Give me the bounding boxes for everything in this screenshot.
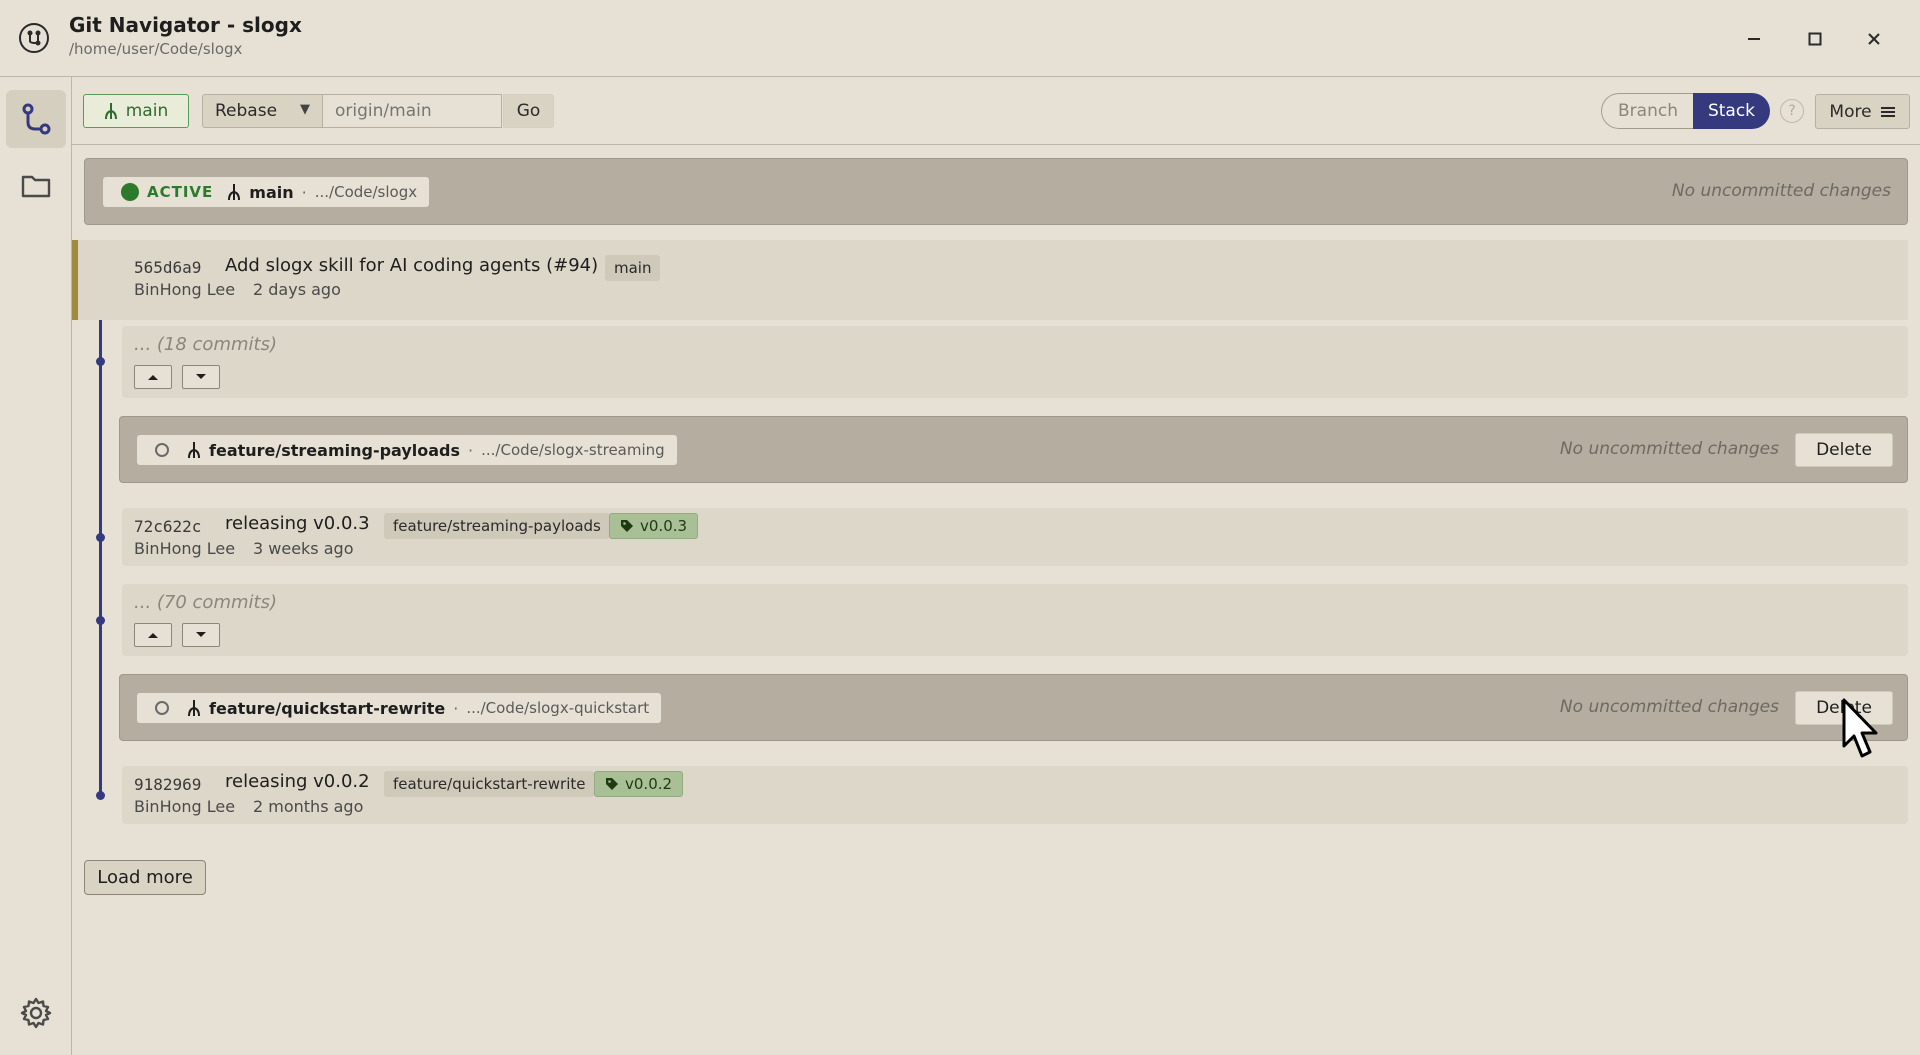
caret-down-icon: ▼ — [300, 102, 310, 117]
worktree-path: .../Code/slogx-quickstart — [466, 699, 650, 717]
worktree-card-streaming[interactable]: feature/streaming-payloads · .../Code/sl… — [119, 416, 1908, 483]
separator: · — [468, 440, 474, 460]
ref-badge[interactable]: feature/streaming-payloads — [384, 513, 610, 539]
ref-badge[interactable]: main — [605, 255, 661, 281]
commit-hash: 565d6a9 — [134, 258, 202, 277]
branch-icon — [104, 103, 117, 120]
current-branch-button[interactable]: main — [83, 94, 189, 128]
graph-node — [96, 616, 105, 625]
collapsed-label: ... (70 commits) — [134, 592, 277, 613]
worktree-card-active[interactable]: ACTIVE main · .../Code/slogx No uncommit… — [84, 158, 1908, 225]
settings-button[interactable] — [6, 984, 66, 1042]
commit-message: releasing v0.0.2 — [225, 771, 370, 792]
strategy-value: Rebase — [215, 101, 278, 121]
ref-badge[interactable]: feature/quickstart-rewrite — [384, 771, 595, 797]
git-graph-icon — [22, 103, 51, 135]
commit-message: Add slogx skill for AI coding agents (#9… — [225, 255, 599, 276]
commit-row[interactable]: 72c622c releasing v0.0.3 feature/streami… — [122, 508, 1908, 566]
commit-message: releasing v0.0.3 — [225, 513, 370, 534]
worktree-info: feature/streaming-payloads · .../Code/sl… — [137, 435, 677, 465]
separator: · — [301, 182, 307, 202]
strategy-select[interactable]: Rebase ▼ — [202, 94, 323, 128]
collapsed-label: ... (18 commits) — [134, 334, 277, 355]
hamburger-icon — [1880, 106, 1895, 117]
collapsed-commits: ... (18 commits) — [122, 326, 1908, 398]
commit-author: BinHong Lee — [134, 797, 236, 816]
tag-label: v0.0.2 — [625, 775, 673, 793]
commit-time: 2 months ago — [253, 797, 364, 816]
go-button[interactable]: Go — [503, 94, 554, 128]
maximize-icon[interactable] — [1797, 22, 1833, 56]
worktree-radio[interactable] — [155, 443, 169, 457]
active-label: ACTIVE — [147, 183, 214, 201]
title-bar: Git Navigator - slogx /home/user/Code/sl… — [0, 0, 1920, 77]
caret-down-icon — [196, 632, 206, 637]
worktree-status: No uncommitted changes — [1559, 697, 1779, 717]
sidebar — [0, 77, 72, 1055]
caret-up-icon — [148, 633, 158, 638]
mouse-cursor-icon — [1842, 698, 1878, 758]
worktree-branch: feature/streaming-payloads — [209, 440, 461, 460]
more-button[interactable]: More — [1815, 94, 1910, 129]
graph-node — [96, 533, 105, 542]
tag-icon — [606, 778, 618, 790]
branch-icon — [228, 184, 241, 201]
branch-icon — [188, 700, 200, 717]
caret-down-icon — [196, 374, 206, 379]
expand-down-button[interactable] — [182, 365, 220, 389]
branch-icon — [188, 442, 200, 459]
commit-author: BinHong Lee — [134, 539, 236, 558]
upstream-input[interactable] — [322, 94, 502, 128]
worktree-branch: feature/quickstart-rewrite — [209, 698, 446, 718]
graph-node — [96, 791, 105, 800]
worktree-status: No uncommitted changes — [1671, 181, 1891, 201]
tag-icon — [621, 520, 633, 532]
caret-up-icon — [148, 375, 158, 380]
toolbar: main Rebase ▼ Go Branch Stack ? More — [72, 77, 1920, 145]
window-path: /home/user/Code/slogx — [69, 40, 243, 58]
window-title: Git Navigator - slogx — [69, 13, 302, 37]
commit-time: 2 days ago — [253, 280, 341, 299]
worktree-info: ACTIVE main · .../Code/slogx — [103, 177, 430, 207]
worktree-card-quickstart[interactable]: feature/quickstart-rewrite · .../Code/sl… — [119, 674, 1908, 741]
git-compass-icon — [19, 23, 49, 53]
separator: · — [453, 698, 459, 718]
expand-up-button[interactable] — [134, 365, 172, 389]
gear-icon — [20, 997, 52, 1029]
load-more-button[interactable]: Load more — [84, 860, 206, 895]
commit-time: 3 weeks ago — [253, 539, 354, 558]
delete-worktree-button[interactable]: Delete — [1795, 433, 1893, 467]
more-label: More — [1829, 101, 1872, 122]
worktree-branch: main — [249, 182, 294, 202]
close-icon[interactable] — [1856, 22, 1892, 56]
expand-up-button[interactable] — [134, 623, 172, 647]
worktree-path: .../Code/slogx — [314, 183, 418, 201]
collapsed-commits: ... (70 commits) — [122, 584, 1908, 656]
commit-row-head[interactable]: 565d6a9 Add slogx skill for AI coding ag… — [72, 240, 1908, 320]
expand-down-button[interactable] — [182, 623, 220, 647]
active-status-icon — [121, 183, 139, 201]
current-branch-label: main — [125, 101, 169, 121]
sidebar-item-folder[interactable] — [6, 157, 66, 215]
view-toggle-branch[interactable]: Branch — [1601, 93, 1694, 129]
commit-hash: 72c622c — [134, 517, 202, 536]
commit-author: BinHong Lee — [134, 280, 236, 299]
graph-node — [96, 357, 105, 366]
view-toggle-stack[interactable]: Stack — [1693, 93, 1770, 129]
commit-row[interactable]: 9182969 releasing v0.0.2 feature/quickst… — [122, 766, 1908, 824]
worktree-info: feature/quickstart-rewrite · .../Code/sl… — [137, 693, 662, 723]
help-button[interactable]: ? — [1780, 99, 1804, 123]
version-tag[interactable]: v0.0.3 — [609, 513, 699, 539]
version-tag[interactable]: v0.0.2 — [594, 771, 684, 797]
commit-hash: 9182969 — [134, 775, 202, 794]
tag-label: v0.0.3 — [640, 517, 688, 535]
folder-icon — [21, 175, 51, 198]
minimize-icon[interactable] — [1736, 22, 1772, 56]
sidebar-item-graph[interactable] — [6, 90, 66, 148]
worktree-radio[interactable] — [155, 701, 169, 715]
worktree-path: .../Code/slogx-streaming — [481, 441, 665, 459]
worktree-status: No uncommitted changes — [1559, 439, 1779, 459]
